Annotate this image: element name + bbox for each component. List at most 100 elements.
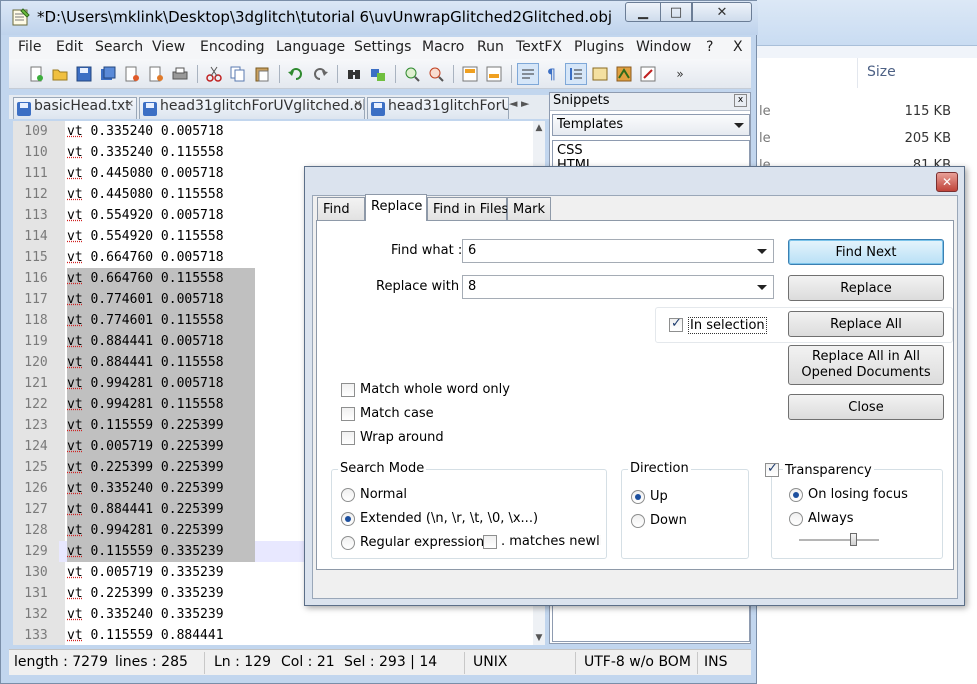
new-file-icon[interactable] bbox=[25, 63, 47, 85]
toolbar-overflow-icon[interactable]: » bbox=[669, 63, 691, 85]
zoom-out-icon[interactable] bbox=[425, 63, 447, 85]
tab-find-in-files[interactable]: Find in Files bbox=[427, 197, 508, 220]
save-icon[interactable] bbox=[73, 63, 95, 85]
scroll-up-icon[interactable]: ▲ bbox=[533, 123, 545, 133]
tab-find[interactable]: Find bbox=[317, 197, 365, 220]
tab-replace[interactable]: Replace bbox=[365, 194, 427, 221]
menu-settings[interactable]: Settings bbox=[354, 39, 411, 55]
search-mode-regex-radio[interactable] bbox=[341, 536, 355, 550]
snippets-category-select[interactable]: Templates bbox=[552, 114, 750, 136]
line-keyword: vt bbox=[67, 334, 83, 349]
tab-scroll-arrows[interactable]: ◄ ► bbox=[509, 97, 529, 110]
line-keyword: vt bbox=[67, 460, 83, 475]
menu-run[interactable]: Run bbox=[477, 39, 504, 55]
find-icon[interactable] bbox=[343, 63, 365, 85]
menu-language[interactable]: Language bbox=[276, 39, 345, 55]
find-next-button[interactable]: Find Next bbox=[788, 239, 944, 265]
menu-macro[interactable]: Macro bbox=[422, 39, 464, 55]
match-case-checkbox[interactable] bbox=[341, 407, 355, 421]
close-all-icon[interactable] bbox=[145, 63, 167, 85]
tab-close-icon[interactable]: ✕ bbox=[126, 99, 134, 110]
undo-icon[interactable] bbox=[285, 63, 307, 85]
zoom-in-icon[interactable] bbox=[401, 63, 423, 85]
menu-search[interactable]: Search bbox=[95, 39, 143, 55]
tab-head31glitchforuv[interactable]: head31glitchForUV bbox=[367, 97, 509, 119]
menu-file[interactable]: File bbox=[18, 39, 41, 55]
dialog-close-button[interactable]: ✕ bbox=[936, 172, 958, 192]
menu-close-doc[interactable]: X bbox=[733, 39, 743, 55]
search-mode-normal-radio[interactable] bbox=[341, 488, 355, 502]
find-what-input[interactable]: 6 bbox=[462, 239, 774, 263]
macro-record-icon[interactable] bbox=[637, 63, 659, 85]
match-whole-word-checkbox[interactable] bbox=[341, 383, 355, 397]
menu-encoding[interactable]: Encoding bbox=[200, 39, 265, 55]
print-icon[interactable] bbox=[169, 63, 191, 85]
title-bar[interactable]: *D:\Users\mklink\Desktop\3dglitch\tutori… bbox=[1, 1, 758, 35]
replace-with-input[interactable]: 8 bbox=[462, 275, 774, 299]
editor-line[interactable]: 132 vt 0.335240 0.335239 bbox=[13, 604, 533, 625]
transparency-on-losing-focus-radio[interactable] bbox=[789, 488, 803, 502]
direction-up-radio[interactable] bbox=[631, 490, 645, 504]
chevron-down-icon[interactable] bbox=[757, 285, 767, 290]
line-keyword: vt bbox=[67, 229, 83, 244]
tab-mark[interactable]: Mark bbox=[507, 197, 551, 220]
replace-button[interactable]: Replace bbox=[788, 275, 944, 301]
sync-horizontal-icon[interactable] bbox=[483, 63, 505, 85]
menu-plugins[interactable]: Plugins bbox=[574, 39, 624, 55]
tab-close-icon[interactable]: ✕ bbox=[354, 99, 362, 110]
toolbar-separator bbox=[395, 65, 396, 83]
editor-line[interactable]: 109 vt 0.335240 0.005718 bbox=[13, 121, 533, 142]
menu-help[interactable]: ? bbox=[706, 39, 713, 55]
minimize-button[interactable]: ▁ bbox=[625, 2, 661, 22]
transparency-checkbox[interactable] bbox=[765, 461, 779, 477]
snippets-close-button[interactable]: x bbox=[734, 94, 747, 107]
matches-newline-checkbox[interactable] bbox=[483, 535, 497, 549]
close-file-icon[interactable] bbox=[121, 63, 143, 85]
search-mode-extended-radio[interactable] bbox=[341, 512, 355, 526]
word-wrap-icon[interactable] bbox=[517, 63, 539, 85]
editor-line[interactable]: 110 vt 0.335240 0.115558 bbox=[13, 142, 533, 163]
indent-guide-icon[interactable] bbox=[565, 63, 587, 85]
redo-icon[interactable] bbox=[309, 63, 331, 85]
document-map-icon[interactable] bbox=[613, 63, 635, 85]
cut-icon[interactable] bbox=[203, 63, 225, 85]
menu-bar: File Edit Search View Encoding Language … bbox=[9, 37, 751, 59]
chevron-down-icon[interactable] bbox=[757, 249, 767, 254]
file-row[interactable]: le 205 KB bbox=[757, 131, 977, 153]
replace-all-button[interactable]: Replace All bbox=[788, 311, 944, 337]
paste-icon[interactable] bbox=[251, 63, 273, 85]
window-close-button[interactable]: ✕ bbox=[692, 2, 752, 22]
transparency-always-radio[interactable] bbox=[789, 512, 803, 526]
show-all-chars-icon[interactable]: ¶ bbox=[541, 63, 563, 85]
wrap-around-checkbox[interactable] bbox=[341, 431, 355, 445]
save-all-icon[interactable] bbox=[97, 63, 119, 85]
editor-line[interactable]: 133 vt 0.115559 0.884441 bbox=[13, 625, 533, 645]
sync-vertical-icon[interactable] bbox=[459, 63, 481, 85]
user-language-icon[interactable] bbox=[589, 63, 611, 85]
menu-textfx[interactable]: TextFX bbox=[516, 39, 562, 55]
find-replace-dialog: ✕ Find Replace Find in Files Mark Find w… bbox=[304, 166, 965, 606]
transparency-slider-thumb[interactable] bbox=[850, 533, 857, 546]
replace-icon[interactable] bbox=[367, 63, 389, 85]
menu-edit[interactable]: Edit bbox=[56, 39, 83, 55]
menu-view[interactable]: View bbox=[152, 39, 185, 55]
size-column-header[interactable]: Size bbox=[867, 64, 896, 80]
line-number: 111 bbox=[24, 166, 48, 181]
direction-down-radio[interactable] bbox=[631, 514, 645, 528]
tab-basichead[interactable]: basicHead.txt ✕ bbox=[13, 97, 137, 119]
tab-head31glitchforuvglitched[interactable]: head31glitchForUVglitched.obj ✕ bbox=[139, 97, 365, 119]
transparency-slider-track[interactable] bbox=[799, 539, 879, 541]
line-content: vt 0.774601 0.115558 bbox=[67, 310, 255, 331]
copy-icon[interactable] bbox=[227, 63, 249, 85]
maximize-button[interactable]: □ bbox=[660, 2, 692, 22]
close-button[interactable]: Close bbox=[788, 394, 944, 420]
match-whole-word-label: Match whole word only bbox=[360, 382, 510, 397]
in-selection-checkbox[interactable] bbox=[669, 316, 683, 332]
file-row[interactable]: le 115 KB bbox=[757, 104, 977, 126]
scroll-down-icon[interactable]: ▼ bbox=[533, 633, 545, 643]
open-folder-icon[interactable] bbox=[49, 63, 71, 85]
snippet-item-css[interactable]: CSS bbox=[557, 143, 583, 158]
menu-window[interactable]: Window bbox=[636, 39, 691, 55]
replace-all-opened-button[interactable]: Replace All in All Opened Documents bbox=[788, 345, 944, 385]
line-values: 0.994281 0.225399 bbox=[82, 523, 224, 538]
